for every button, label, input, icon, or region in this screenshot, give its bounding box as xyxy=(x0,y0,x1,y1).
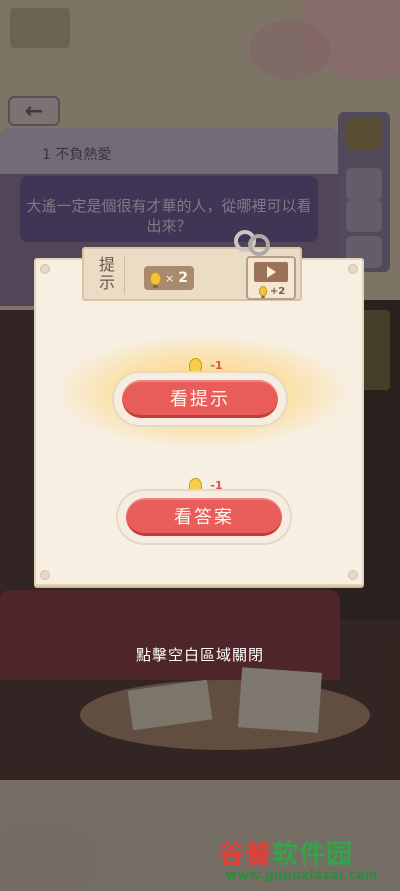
corner-rivet xyxy=(40,264,50,274)
binder-rings-icon xyxy=(234,226,274,262)
ring xyxy=(248,234,270,256)
hint-button-frame: 看提示 xyxy=(112,371,288,427)
hint-cost: -1 xyxy=(210,358,223,372)
lightbulb-icon xyxy=(150,271,162,288)
answer-button-frame: 看答案 xyxy=(116,489,292,545)
close-hint-text: 點擊空白區域關閉 xyxy=(135,646,264,664)
watermark-title-accent: 谷普 xyxy=(218,840,273,870)
watermark-title-rest: 软件园 xyxy=(272,840,354,870)
video-reward: +2 xyxy=(252,284,292,298)
watermark-title: 谷普软件园 xyxy=(218,834,353,871)
watermark-url: www.gupuxlazal.com xyxy=(226,868,378,882)
hint-tab-label: 提示 xyxy=(96,256,115,292)
video-reward-text: +2 xyxy=(269,285,286,297)
site-watermark: 谷普软件园 www.gupuxlazal.com xyxy=(218,834,394,886)
lightbulb-icon xyxy=(258,286,267,298)
multiply-icon: × xyxy=(165,271,175,285)
hint-count: 2 xyxy=(178,270,188,286)
video-screen xyxy=(254,262,288,282)
corner-rivet xyxy=(348,570,358,580)
corner-rivet xyxy=(40,570,50,580)
corner-rivet xyxy=(348,264,358,274)
hint-counter: × 2 xyxy=(144,266,194,290)
watch-video-button[interactable]: +2 xyxy=(246,256,296,300)
view-hint-button[interactable]: 看提示 xyxy=(122,380,278,418)
view-answer-button[interactable]: 看答案 xyxy=(126,498,282,536)
tab-divider xyxy=(124,256,125,294)
play-icon xyxy=(266,266,276,278)
